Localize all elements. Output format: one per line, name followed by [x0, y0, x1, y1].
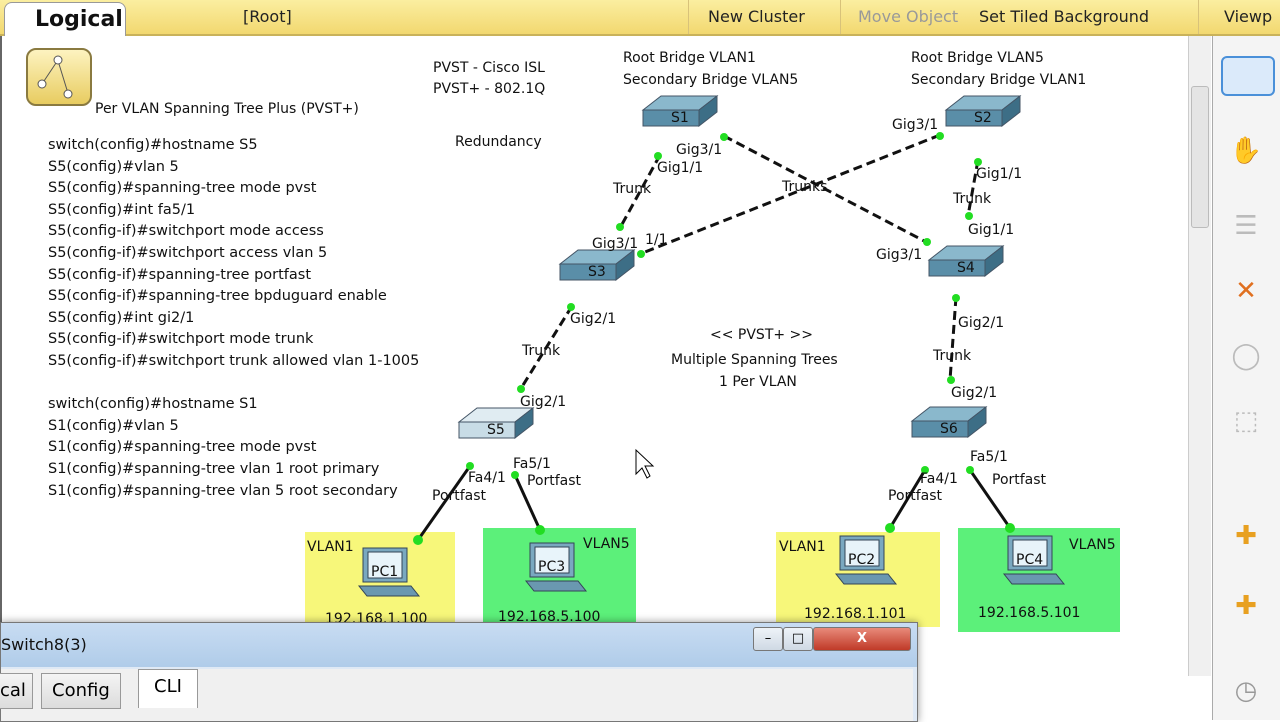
trunks-label: Trunks: [781, 179, 827, 195]
realtime-clock-icon[interactable]: ◷: [1221, 676, 1271, 712]
vlan-label: VLAN5: [583, 536, 630, 552]
switch-config-window: Switch8(3) – □ X cal Config CLI: [0, 622, 918, 722]
s5-fa51-label: Fa5/1: [513, 456, 551, 472]
pc-label: PC2: [848, 552, 875, 568]
vlan-label: VLAN5: [1069, 537, 1116, 553]
vlan-label: VLAN1: [779, 539, 826, 555]
right-toolbar: ✋ ☰ ✕ ◯ ⬚ ✚ ✚ ◷: [1212, 36, 1280, 720]
trunk2-label: Trunk: [952, 191, 992, 207]
switch-label: S3: [588, 264, 606, 280]
s5-gig21-label: Gig2/1: [520, 394, 566, 410]
switch-s1[interactable]: S1: [641, 94, 719, 128]
s1-role-1-label: Root Bridge VLAN1: [623, 50, 756, 66]
s5-fa41-label: Fa4/1: [468, 470, 506, 486]
s6-fa41-label: Fa4/1: [920, 471, 958, 487]
s6-fa51-label: Fa5/1: [970, 449, 1008, 465]
window-tabs: cal Config CLI: [0, 669, 913, 721]
window-titlebar[interactable]: Switch8(3) – □ X: [1, 623, 917, 667]
vertical-scrollbar[interactable]: [1188, 36, 1211, 676]
s5-portfast1-label: Portfast: [432, 488, 487, 504]
s4-gig21-label: Gig2/1: [958, 315, 1004, 331]
redundancy-label: Redundancy: [455, 134, 542, 150]
add-complex-pdu-icon[interactable]: ✚: [1221, 591, 1271, 627]
tab-physical[interactable]: cal: [0, 673, 33, 709]
s3-gig31-label: Gig3/1: [592, 236, 638, 252]
delete-tool-icon[interactable]: ✕: [1221, 276, 1271, 312]
switch-label: S1: [671, 110, 689, 126]
window-title: Switch8(3): [1, 635, 87, 654]
switch-label: S5: [487, 422, 505, 438]
shape-rectangle-icon[interactable]: ⬚: [1221, 406, 1271, 442]
s1-gig11-label: Gig1/1: [657, 160, 703, 176]
s3-11-label: 1/1: [645, 232, 668, 248]
maximize-button[interactable]: □: [783, 627, 813, 651]
ip-label: 192.168.5.101: [978, 605, 1080, 621]
minimize-button[interactable]: –: [753, 627, 783, 651]
scrollbar-thumb[interactable]: [1191, 86, 1209, 228]
divider: [1198, 0, 1199, 34]
shape-ellipse-icon[interactable]: ◯: [1221, 341, 1271, 377]
switch-s6[interactable]: S6: [910, 405, 988, 439]
pvst-isl-label: PVST - Cisco ISL: [433, 60, 545, 76]
pc-label: PC3: [538, 559, 565, 575]
switch-label: S6: [940, 421, 958, 437]
switch-label: S2: [974, 110, 992, 126]
link-s4-s6: [948, 296, 958, 381]
pvst-center-3-label: 1 Per VLAN: [719, 374, 797, 390]
ip-label: 192.168.1.101: [804, 606, 906, 622]
trunk1-label: Trunk: [612, 181, 652, 197]
switch-label: S4: [957, 260, 975, 276]
switch-s2[interactable]: S2: [944, 94, 1022, 128]
select-tool-icon[interactable]: [1221, 56, 1275, 96]
s2-role-2-label: Secondary Bridge VLAN1: [911, 72, 1086, 88]
s6-portfast1-label: Portfast: [888, 488, 943, 504]
pc-label: PC4: [1016, 552, 1043, 568]
s6-portfast2-label: Portfast: [992, 472, 1047, 488]
s4-gig31-label: Gig3/1: [876, 247, 922, 263]
switch-s4[interactable]: S4: [927, 244, 1005, 278]
s3-gig21-label: Gig2/1: [570, 311, 616, 327]
s2-gig31-label: Gig3/1: [892, 117, 938, 133]
pvst-center-1-label: << PVST+ >>: [710, 327, 813, 343]
close-button[interactable]: X: [813, 627, 911, 651]
s5-portfast2-label: Portfast: [527, 473, 582, 489]
s2-gig11-label: Gig1/1: [976, 166, 1022, 182]
s4-gig11-label: Gig1/1: [968, 222, 1014, 238]
pvst-plus-dot1q-label: PVST+ - 802.1Q: [433, 81, 545, 97]
switch-s5[interactable]: S5: [457, 406, 535, 440]
network-topology: S1 S2 S3 S4 S5 S6 PC1 PC3 PC2 PC4 Per VLAN Spann…: [95, 50, 1120, 632]
s1-gig31-label: Gig3/1: [676, 142, 722, 158]
s1-role-2-label: Secondary Bridge VLAN5: [623, 72, 798, 88]
note-title: Per VLAN Spanning Tree Plus (PVST+): [95, 101, 359, 117]
trunk3-label: Trunk: [521, 343, 561, 359]
pc-label: PC1: [371, 564, 398, 580]
add-pdu-icon[interactable]: ✚: [1221, 521, 1271, 557]
mouse-cursor-icon: [635, 448, 655, 479]
s2-role-1-label: Root Bridge VLAN5: [911, 50, 1044, 66]
trunk4-label: Trunk: [932, 348, 972, 364]
vlan-label: VLAN1: [307, 539, 354, 555]
pvst-center-2-label: Multiple Spanning Trees: [671, 352, 838, 368]
note-tool-icon[interactable]: ☰: [1221, 211, 1271, 247]
tab-cli[interactable]: CLI: [138, 669, 198, 708]
tab-config[interactable]: Config: [41, 673, 121, 709]
hand-tool-icon[interactable]: ✋: [1221, 136, 1271, 172]
switch-s3[interactable]: S3: [558, 248, 636, 282]
viewport-button[interactable]: Viewp: [1218, 7, 1278, 26]
s6-gig21-label: Gig2/1: [951, 385, 997, 401]
